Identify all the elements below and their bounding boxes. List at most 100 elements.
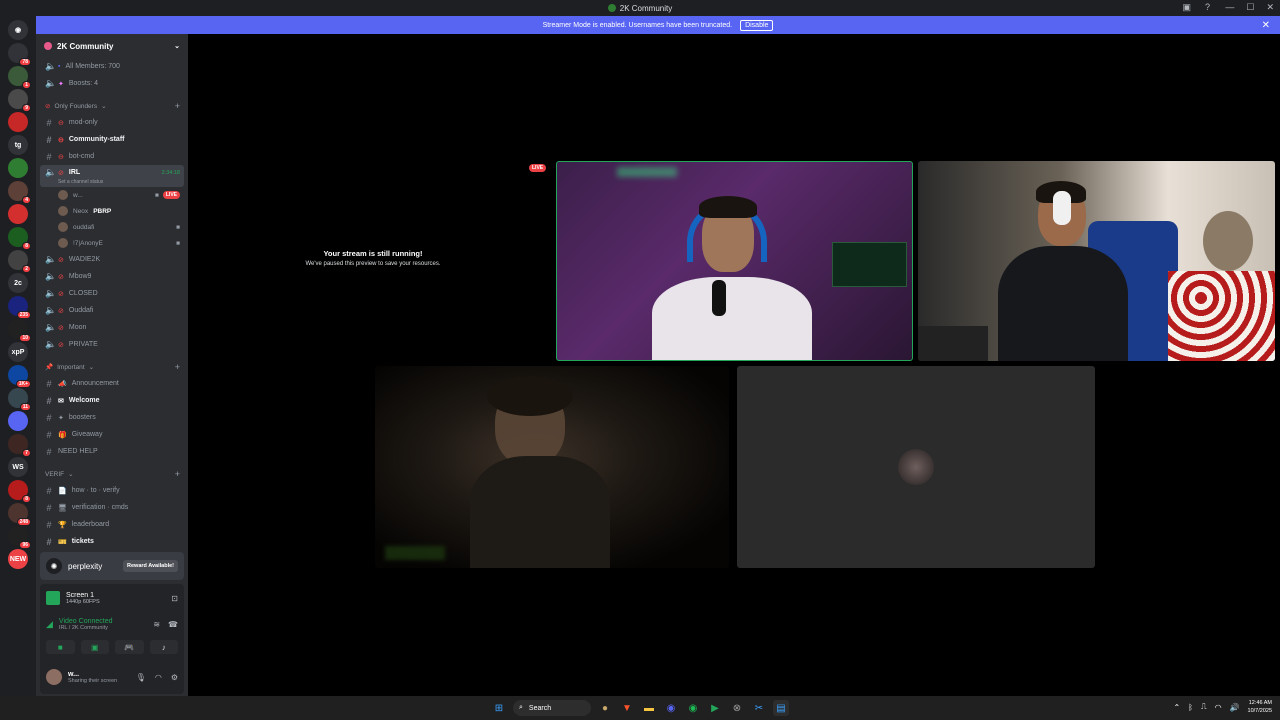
reward-button[interactable]: Reward Available!	[123, 560, 178, 572]
voice-user[interactable]: ouddafi ■	[36, 219, 188, 235]
server-icon[interactable]: 7	[8, 434, 31, 457]
camera-button[interactable]: ■	[46, 640, 75, 654]
voice-channel[interactable]: 🔈 ⊘ Moon	[36, 319, 188, 336]
voice-channel[interactable]: 🔈 ⊘ CLOSED	[36, 285, 188, 302]
add-channel-icon[interactable]: +	[175, 362, 180, 372]
video-tile-3[interactable]	[375, 366, 729, 568]
close-button[interactable]: ✕	[1266, 2, 1274, 13]
voice-user[interactable]: w... ■ LIVE	[36, 187, 188, 203]
clock[interactable]: 12:46 AM 10/7/2025	[1248, 699, 1272, 715]
discord-icon[interactable]: ◉	[663, 700, 679, 716]
voice-user[interactable]: !7|AnonyE ■	[36, 235, 188, 251]
video-tile-4[interactable]	[737, 366, 1095, 568]
server-icon[interactable]: 8	[8, 480, 31, 503]
channel-irl[interactable]: 🔈 ⊘ IRL 2:34:18 Set a channel status	[40, 165, 184, 187]
inbox-icon[interactable]: ▣	[1182, 2, 1191, 13]
add-channel-icon[interactable]: +	[175, 101, 180, 111]
server-icon[interactable]: 248	[8, 503, 31, 526]
text-channel[interactable]: # 🎫 tickets	[36, 533, 188, 550]
server-icon[interactable]: WS	[8, 457, 28, 477]
server-icon[interactable]: 2	[8, 250, 31, 273]
video-tile-1[interactable]	[556, 161, 913, 361]
screen-share-row[interactable]: Screen 1 1440p 60FPS ⊡	[40, 584, 184, 612]
server-icon[interactable]: 1	[8, 66, 31, 89]
account-info[interactable]: w... Sharing their screen	[46, 669, 117, 685]
minimize-button[interactable]: —	[1225, 2, 1234, 13]
text-channel[interactable]: # ⊖ mod-only	[36, 114, 188, 131]
server-icon[interactable]: 2c	[8, 273, 28, 293]
gear-icon[interactable]: ⚙	[171, 673, 178, 682]
video-tile-2[interactable]	[918, 161, 1275, 361]
banner-close-icon[interactable]: ✕	[1262, 20, 1270, 31]
activity-button[interactable]: 🎮	[115, 640, 144, 654]
discord-home-icon[interactable]: ◉	[8, 20, 28, 40]
promo-banner[interactable]: ✺ perplexity Reward Available!	[40, 552, 184, 580]
stop-share-icon[interactable]: ⊡	[171, 594, 178, 603]
help-icon[interactable]: ?	[1205, 2, 1210, 13]
windows-start-icon[interactable]: ⊞	[491, 700, 507, 716]
text-channel[interactable]: # NEED HELP	[36, 443, 188, 460]
category-important[interactable]: 📌 Important ⌄ +	[36, 359, 188, 375]
text-channel[interactable]: # 🏆 leaderboard	[36, 516, 188, 533]
voice-channel[interactable]: 🔈 ⊘ Mbow9	[36, 268, 188, 285]
xbox-icon[interactable]: ⊗	[729, 700, 745, 716]
media-icon[interactable]: ▶	[707, 700, 723, 716]
microphone-icon[interactable]: 🎙	[136, 673, 146, 682]
server-icon[interactable]: tg	[8, 135, 28, 155]
server-icon[interactable]	[8, 112, 28, 132]
add-channel-icon[interactable]: +	[175, 469, 180, 479]
server-icon[interactable]: 235	[8, 296, 31, 319]
text-channel[interactable]: # 🎁 Giveaway	[36, 426, 188, 443]
channel-boosts[interactable]: 🔈 ✦ Boosts: 4	[36, 75, 188, 92]
channel-status[interactable]: Set a channel status	[45, 179, 103, 185]
text-channel[interactable]: # ✦ boosters	[36, 409, 188, 426]
server-icon[interactable]: 9	[8, 89, 31, 112]
voice-channel[interactable]: 🔈 ⊘ WADIE2K	[36, 251, 188, 268]
volume-icon[interactable]: 🔊	[1230, 703, 1240, 712]
category-founders[interactable]: ⊘ Only Founders ⌄ +	[36, 98, 188, 114]
share-screen-button[interactable]: ▣	[80, 640, 109, 654]
text-channel[interactable]: # 📣 Announcement	[36, 375, 188, 392]
app-icon[interactable]: ▤	[773, 700, 789, 716]
network-icon[interactable]: ⎍	[1201, 702, 1207, 712]
text-channel[interactable]: # 🖥 verification · cmds	[36, 499, 188, 516]
server-icon[interactable]	[8, 158, 28, 178]
text-channel[interactable]: # ✉ Welcome	[36, 392, 188, 409]
server-icon[interactable]	[8, 411, 28, 431]
snipping-icon[interactable]: ✂	[751, 700, 767, 716]
text-channel[interactable]: # ⊖ bot-cmd	[36, 148, 188, 165]
spotify-icon[interactable]: ◉	[685, 700, 701, 716]
connection-location[interactable]: IRL / 2K Community	[59, 625, 113, 631]
voice-channel[interactable]: 🔈 ⊘ Ouddafi	[36, 302, 188, 319]
signal-icon[interactable]: ◢	[46, 619, 53, 630]
category-verif[interactable]: VERIF ⌄ +	[36, 466, 188, 482]
bluetooth-icon[interactable]: ᛒ	[1188, 703, 1193, 712]
voice-channel[interactable]: 🔈 ⊘ PRIVATE	[36, 336, 188, 353]
disable-button[interactable]: Disable	[740, 19, 774, 31]
widgets-icon[interactable]: ●	[597, 700, 613, 716]
server-icon[interactable]: xpP	[8, 342, 28, 362]
taskbar-search[interactable]: ⌕ Search	[513, 700, 591, 716]
disconnect-icon[interactable]: ☎	[168, 620, 178, 629]
server-icon[interactable]	[8, 204, 28, 224]
brave-icon[interactable]: ▼	[619, 700, 635, 716]
maximize-button[interactable]: ☐	[1246, 2, 1254, 13]
chevron-up-icon[interactable]: ⌃	[1173, 703, 1180, 712]
server-icon[interactable]: 8	[8, 227, 31, 250]
server-header[interactable]: 2K Community ⌄	[36, 34, 188, 58]
server-icon[interactable]: 1K+	[8, 365, 31, 388]
server-icon[interactable]: 78	[8, 43, 31, 66]
noise-suppression-icon[interactable]: ≋	[153, 620, 160, 629]
server-icon[interactable]: 96	[8, 526, 31, 549]
wifi-icon[interactable]: ◠	[1215, 703, 1222, 712]
voice-user[interactable]: Neox PBRP	[36, 203, 188, 219]
soundboard-button[interactable]: ♪	[149, 640, 178, 654]
folder-icon[interactable]: ▬	[641, 700, 657, 716]
channel-all-members[interactable]: 🔈 ▪ All Members: 700	[36, 58, 188, 75]
text-channel[interactable]: # ⊖ Community-staff	[36, 131, 188, 148]
headphones-icon[interactable]: ◠	[155, 673, 162, 682]
server-icon[interactable]: NEW	[8, 549, 28, 569]
text-channel[interactable]: # 📄 how · to · verify	[36, 482, 188, 499]
server-icon[interactable]: 11	[8, 388, 31, 411]
server-icon[interactable]: 4	[8, 181, 31, 204]
